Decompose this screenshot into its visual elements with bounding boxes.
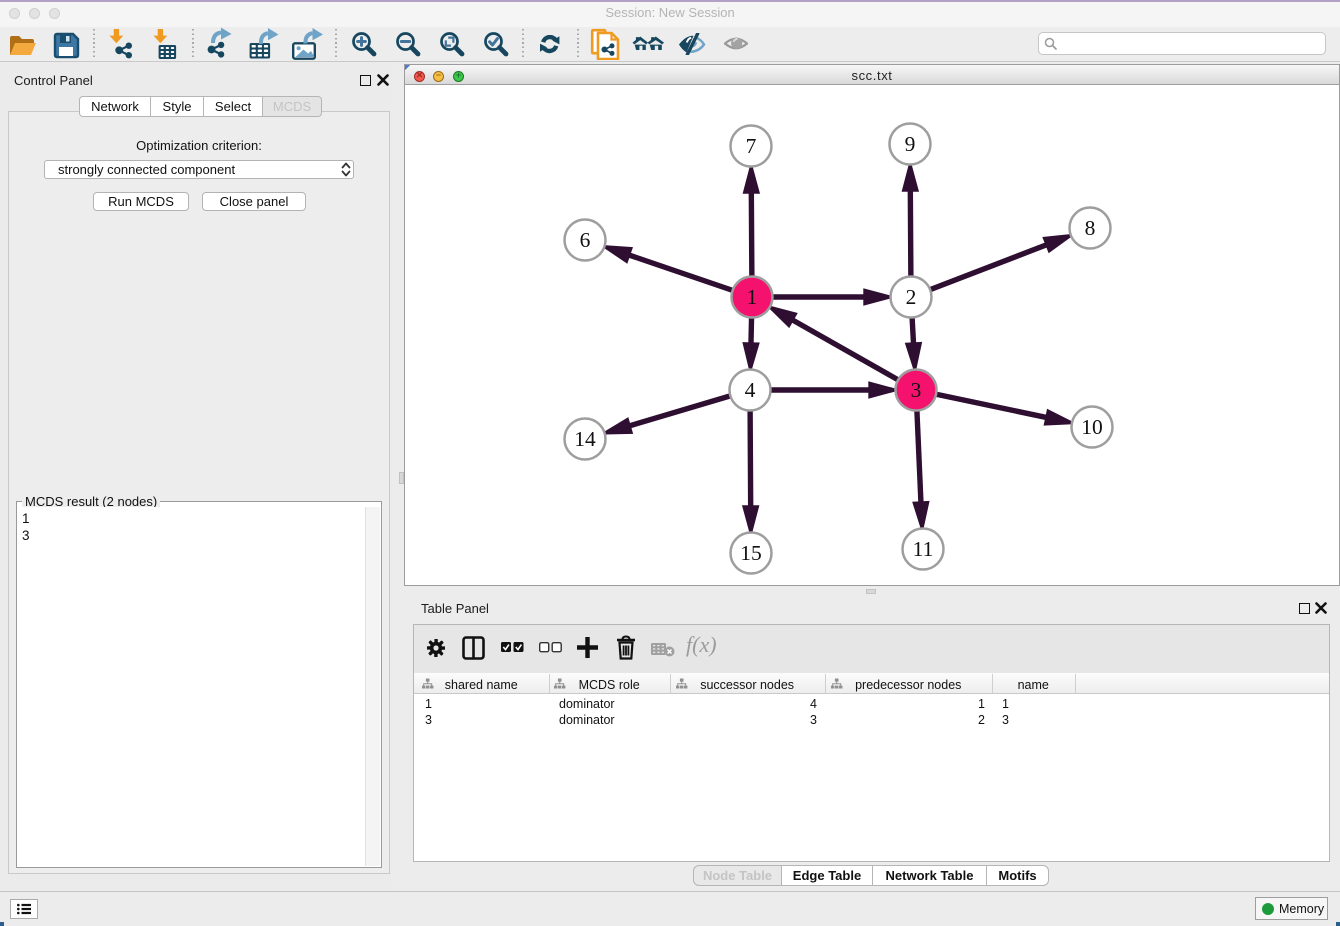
svg-text:15: 15 xyxy=(740,541,762,565)
svg-text:6: 6 xyxy=(580,228,591,252)
svg-text:7: 7 xyxy=(746,134,757,158)
svg-text:1: 1 xyxy=(747,285,758,309)
svg-text:8: 8 xyxy=(1085,216,1096,240)
svg-text:11: 11 xyxy=(913,537,934,561)
svg-text:4: 4 xyxy=(745,378,756,402)
svg-text:10: 10 xyxy=(1081,415,1103,439)
svg-text:14: 14 xyxy=(574,427,596,451)
svg-text:3: 3 xyxy=(911,378,922,402)
svg-text:2: 2 xyxy=(906,285,917,309)
svg-text:9: 9 xyxy=(905,132,916,156)
